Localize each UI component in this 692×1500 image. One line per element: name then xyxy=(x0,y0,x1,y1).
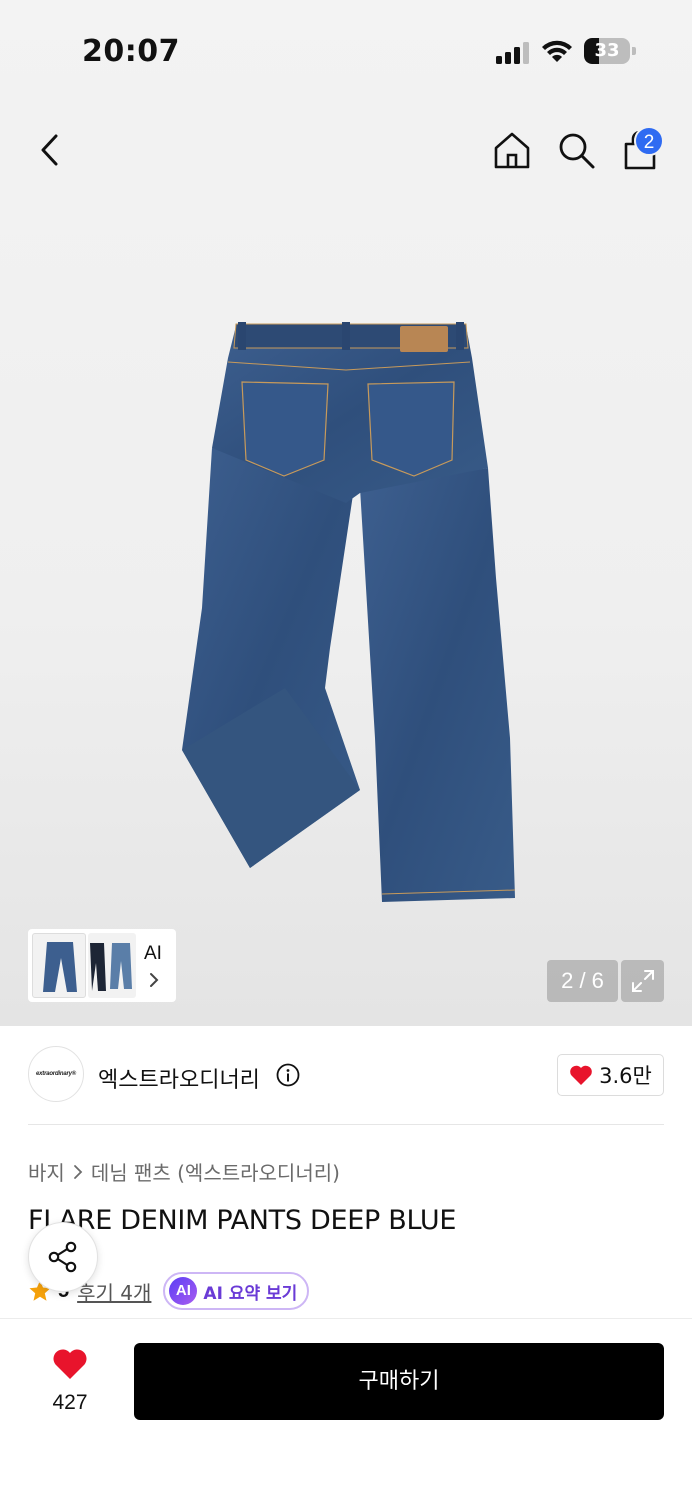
home-button[interactable] xyxy=(490,128,534,172)
breadcrumb: 바지 데님 팬츠 (엑스트라오디너리) xyxy=(28,1157,340,1186)
divider xyxy=(28,1124,664,1125)
chevron-right-icon xyxy=(73,1164,83,1179)
buy-button[interactable]: 구매하기 xyxy=(134,1343,664,1420)
cellular-signal-icon xyxy=(496,42,529,64)
chevron-left-icon xyxy=(41,134,58,166)
expand-icon xyxy=(631,970,654,992)
image-page-counter: 2 / 6 xyxy=(547,960,618,1002)
back-button[interactable] xyxy=(28,128,72,172)
cart-count-badge: 2 xyxy=(634,126,664,156)
battery-percent: 33 xyxy=(594,40,620,61)
thumbnail-image[interactable] xyxy=(32,933,86,998)
ai-summary-label: AI 요약 보기 xyxy=(203,1283,298,1304)
wishlist-count: 427 xyxy=(52,1391,88,1414)
wishlist-button[interactable]: 427 xyxy=(28,1343,112,1423)
product-hero: 20:07 33 2 AI 2 / 6 xyxy=(0,0,692,1026)
product-title: FLARE DENIM PANTS DEEP BLUE xyxy=(28,1205,457,1236)
battery-icon: 33 xyxy=(584,38,636,64)
brand-name[interactable]: 엑스트라오디너리 xyxy=(98,1062,260,1094)
thumbnail-strip[interactable]: AI xyxy=(28,929,176,1002)
status-bar: 20:07 33 xyxy=(0,0,692,100)
status-time: 20:07 xyxy=(82,34,180,69)
product-image[interactable] xyxy=(170,318,530,916)
brand-logo[interactable]: extraordinary® xyxy=(28,1046,84,1102)
expand-button[interactable] xyxy=(621,960,664,1002)
wifi-icon xyxy=(542,40,572,62)
search-button[interactable] xyxy=(554,128,598,172)
share-button[interactable] xyxy=(28,1222,98,1292)
brand-like-button[interactable]: 3.6만 xyxy=(557,1054,664,1096)
breadcrumb-item-category[interactable]: 바지 xyxy=(28,1157,65,1186)
breadcrumb-item-subcategory[interactable]: 데님 팬츠 (엑스트라오디너리) xyxy=(91,1157,340,1186)
info-icon[interactable] xyxy=(276,1063,300,1087)
brand-like-count: 3.6만 xyxy=(599,1064,652,1088)
chevron-right-icon xyxy=(150,973,159,987)
brand-row[interactable]: extraordinary® 엑스트라오디너리 3.6만 xyxy=(0,1026,692,1126)
search-icon xyxy=(559,133,595,169)
share-icon xyxy=(48,1241,77,1273)
ai-label: AI xyxy=(144,943,162,964)
bottom-action-bar: 427 구매하기 xyxy=(0,1318,692,1500)
home-icon xyxy=(494,132,530,169)
heart-icon xyxy=(53,1349,87,1379)
thumbnail-image-secondary[interactable] xyxy=(88,933,136,998)
heart-icon xyxy=(570,1065,592,1085)
ai-summary-button[interactable]: AI AI 요약 보기 xyxy=(163,1272,310,1310)
ai-badge-icon: AI xyxy=(169,1277,198,1305)
